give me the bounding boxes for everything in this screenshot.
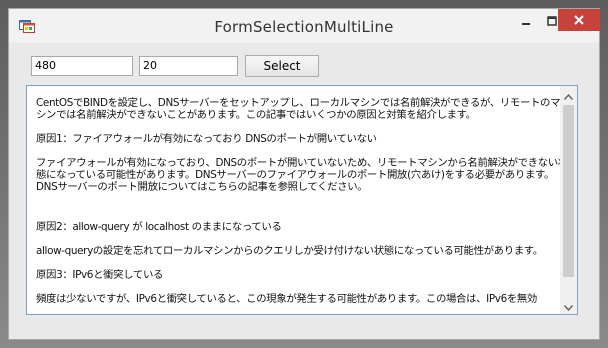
- width-input[interactable]: 480: [31, 56, 133, 76]
- scroll-down-arrow-icon: [563, 296, 574, 314]
- form-window: FormSelectionMultiLine 480 20 Select Cen…: [8, 8, 600, 340]
- text-line: allow-queryの設定を忘れてローカルマシンからのクエリしか受け付けない状…: [36, 245, 543, 257]
- text-line: 原因2：allow-query が localhost のままになっている: [36, 221, 282, 233]
- scroll-up-arrow-icon: [563, 86, 574, 104]
- text-line: シンでは名前解決ができないことがあります。この記事ではいくつかの原因と対策を紹介…: [36, 109, 476, 121]
- maximize-icon: [547, 11, 557, 30]
- text-line: 原因3：IPv6と衝突している: [36, 269, 164, 281]
- length-input[interactable]: 20: [139, 56, 238, 76]
- scroll-down-button[interactable]: [560, 297, 577, 314]
- minimize-button[interactable]: [513, 9, 539, 31]
- window-title: FormSelectionMultiLine: [214, 18, 394, 36]
- minimize-icon: [521, 11, 531, 30]
- select-button[interactable]: Select: [245, 55, 319, 77]
- scroll-up-button[interactable]: [560, 86, 577, 103]
- text-line: CentOSでBINDを設定し、DNSサーバーをセットアップし、ローカルマシンで…: [36, 97, 561, 109]
- text-line: DNSサーバーのポート開放についてはこちらの記事を参照してください。: [36, 181, 368, 193]
- multiline-textbox[interactable]: CentOSでBINDを設定し、DNSサーバーをセットアップし、ローカルマシンで…: [26, 85, 578, 315]
- close-button[interactable]: [558, 9, 600, 31]
- scrollbar-thumb[interactable]: [563, 105, 574, 277]
- text-line: 原因1：ファイアウォールが有効になっており DNSのポートが開いていない: [36, 133, 377, 145]
- textbox-content: CentOSでBINDを設定し、DNSサーバーをセットアップし、ローカルマシンで…: [36, 97, 568, 305]
- title-bar[interactable]: FormSelectionMultiLine: [9, 9, 600, 43]
- text-line: 頻度は少ないですが、IPv6と衝突していると、この現象が発生する可能性があります…: [36, 293, 537, 305]
- text-line: ファイアウォールが有効になっており、DNSのポートが開いていないため、リモートマ…: [36, 157, 568, 169]
- vertical-scrollbar[interactable]: [560, 86, 577, 314]
- close-icon: [573, 11, 585, 30]
- text-line: 態になっている可能性があります。DNSサーバーのファイアウォールのポート開放(穴…: [36, 169, 555, 181]
